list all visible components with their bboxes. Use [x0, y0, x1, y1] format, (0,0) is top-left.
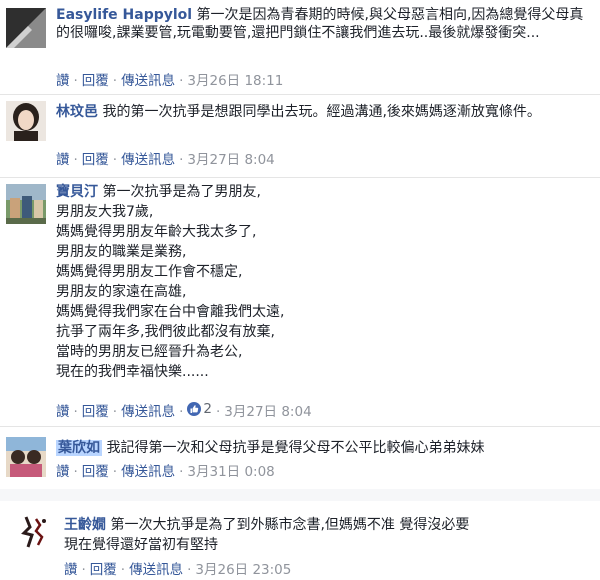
reply-link[interactable]: 回覆 [82, 404, 109, 420]
comment-text: 林玟邑 我的第一次抗爭是想跟同學出去玩。經過溝通,後來媽媽逐漸放寬條件。 [56, 104, 541, 120]
like-link[interactable]: 讚 [56, 152, 70, 168]
reply-link[interactable]: 回覆 [82, 73, 109, 89]
section-separator [0, 489, 600, 501]
comment-text: 葉欣如 我記得第一次和父母抗爭是覺得父母不公平比較偏心弟弟妹妹 [56, 440, 485, 456]
comment-text: Easylife Happylol 第一次是因為青春期的時候,與父母惡言相向,因… [56, 7, 584, 41]
like-link[interactable]: 讚 [56, 404, 70, 420]
reply-link[interactable]: 回覆 [82, 464, 109, 480]
avatar-portrait-icon [6, 101, 46, 141]
avatar-ink-icon [14, 511, 54, 551]
comment-actions: 讚 · 回覆 · 傳送訊息 · 2 · 3月27日 8:04 [56, 400, 312, 420]
author-name[interactable]: Easylife Happylol [56, 7, 192, 23]
reaction-count[interactable]: 2 [187, 400, 212, 418]
comment-actions: 讚 · 回覆 · 傳送訊息 · 3月27日 8:04 [56, 152, 275, 168]
author-name[interactable]: 葉欣如 [56, 440, 102, 456]
comment-text: 寶貝汀 第一次抗爭是為了男朋友, 男朋友大我7歲, 媽媽覺得男朋友年齡大我太多了… [56, 184, 285, 380]
comment-3: 寶貝汀 第一次抗爭是為了男朋友, 男朋友大我7歲, 媽媽覺得男朋友年齡大我太多了… [0, 178, 600, 426]
avatar[interactable] [6, 437, 46, 477]
comment-actions: 讚 · 回覆 · 傳送訊息 · 3月31日 0:08 [56, 464, 275, 480]
avatar[interactable] [6, 184, 46, 224]
like-link[interactable]: 讚 [64, 562, 78, 578]
like-link[interactable]: 讚 [56, 464, 70, 480]
timestamp[interactable]: 3月26日 23:05 [195, 562, 291, 578]
timestamp[interactable]: 3月26日 18:11 [187, 73, 283, 89]
message-link[interactable]: 傳送訊息 [121, 464, 175, 480]
avatar[interactable] [6, 101, 46, 141]
timestamp[interactable]: 3月27日 8:04 [224, 404, 311, 420]
reply-link[interactable]: 回覆 [90, 562, 117, 578]
author-name[interactable]: 林玟邑 [56, 104, 98, 120]
comment-4: 葉欣如 我記得第一次和父母抗爭是覺得父母不公平比較偏心弟弟妹妹 讚 · 回覆 · 傳送訊… [0, 427, 600, 489]
timestamp[interactable]: 3月27日 8:04 [187, 152, 274, 168]
comment-actions: 讚 · 回覆 · 傳送訊息 · 3月26日 23:05 [64, 562, 292, 578]
comment-1: Easylife Happylol 第一次是因為青春期的時候,與父母惡言相向,因… [0, 0, 600, 94]
avatar-logo-icon [6, 8, 46, 48]
thumbs-up-icon [187, 402, 202, 416]
avatar[interactable] [14, 511, 54, 551]
author-name[interactable]: 寶貝汀 [56, 184, 98, 200]
message-link[interactable]: 傳送訊息 [121, 404, 175, 420]
timestamp[interactable]: 3月31日 0:08 [187, 464, 274, 480]
avatar[interactable] [6, 8, 46, 48]
reply-link[interactable]: 回覆 [82, 152, 109, 168]
like-link[interactable]: 讚 [56, 73, 70, 89]
avatar-photo-icon [6, 437, 46, 477]
comment-5: 王齡嫺 第一次大抗爭是為了到外縣市念書,但媽媽不准 覺得沒必要 現在覺得還好當初… [0, 501, 600, 580]
message-link[interactable]: 傳送訊息 [121, 73, 175, 89]
author-name[interactable]: 王齡嫺 [64, 517, 106, 533]
comment-text: 王齡嫺 第一次大抗爭是為了到外縣市念書,但媽媽不准 覺得沒必要 現在覺得還好當初… [64, 517, 470, 553]
comment-2: 林玟邑 我的第一次抗爭是想跟同學出去玩。經過溝通,後來媽媽逐漸放寬條件。 讚 · 回… [0, 95, 600, 177]
message-link[interactable]: 傳送訊息 [121, 152, 175, 168]
message-link[interactable]: 傳送訊息 [129, 562, 183, 578]
avatar-photo-icon [6, 184, 46, 224]
comment-actions: 讚 · 回覆 · 傳送訊息 · 3月26日 18:11 [56, 73, 284, 89]
